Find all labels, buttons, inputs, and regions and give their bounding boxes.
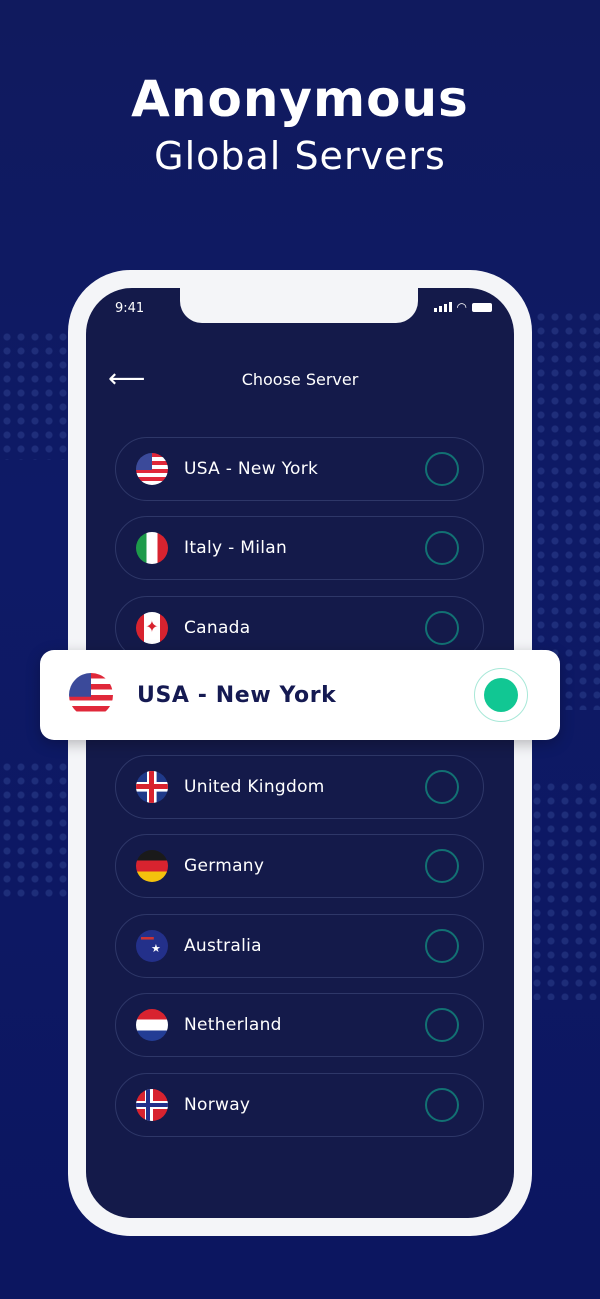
notch	[180, 288, 418, 323]
battery-icon	[472, 302, 492, 312]
server-label: USA - New York	[184, 459, 319, 479]
server-row[interactable]: USA - New York	[115, 437, 484, 501]
signal-icon	[433, 302, 452, 312]
server-label: Norway	[184, 1095, 251, 1115]
selected-server-card[interactable]: USA - New York	[40, 650, 560, 740]
headline: Anonymous Global Servers	[0, 70, 600, 178]
de-flag-icon	[136, 850, 168, 882]
radio-dot-icon	[484, 678, 518, 712]
server-label: Australia	[184, 936, 262, 956]
radio-button[interactable]	[425, 770, 459, 804]
map-dots	[0, 760, 70, 900]
server-label: Canada	[184, 618, 251, 638]
server-row[interactable]: United Kingdom	[115, 755, 484, 819]
no-flag-icon	[136, 1089, 168, 1121]
radio-button[interactable]	[425, 611, 459, 645]
server-row[interactable]: Italy - Milan	[115, 516, 484, 580]
server-row[interactable]: Netherland	[115, 993, 484, 1057]
page-title: Choose Server	[241, 370, 359, 389]
status-time: 9:41	[115, 301, 145, 316]
server-row[interactable]: Germany	[115, 834, 484, 898]
wifi-icon: ◠	[456, 300, 467, 314]
status-icons: ◠	[433, 300, 492, 314]
radio-selected[interactable]	[474, 668, 528, 722]
usa-flag-icon	[136, 453, 168, 485]
au-flag-icon	[136, 930, 168, 962]
radio-button[interactable]	[425, 452, 459, 486]
radio-button[interactable]	[425, 1088, 459, 1122]
usa-flag-icon	[69, 673, 113, 717]
radio-button[interactable]	[425, 849, 459, 883]
server-label: Italy - Milan	[184, 538, 288, 558]
server-row[interactable]: Australia	[115, 914, 484, 978]
it-flag-icon	[136, 532, 168, 564]
server-row[interactable]: Norway	[115, 1073, 484, 1137]
map-dots	[530, 780, 600, 1000]
headline-subtitle: Global Servers	[154, 134, 446, 178]
uk-flag-icon	[136, 771, 168, 803]
radio-button[interactable]	[425, 531, 459, 565]
radio-button[interactable]	[425, 929, 459, 963]
ca-flag-icon	[136, 612, 168, 644]
server-label: United Kingdom	[184, 777, 325, 797]
server-label: USA - New York	[137, 682, 337, 708]
nl-flag-icon	[136, 1009, 168, 1041]
server-label: Germany	[184, 856, 265, 876]
headline-title: Anonymous	[131, 70, 469, 128]
radio-button[interactable]	[425, 1008, 459, 1042]
server-label: Netherland	[184, 1015, 282, 1035]
